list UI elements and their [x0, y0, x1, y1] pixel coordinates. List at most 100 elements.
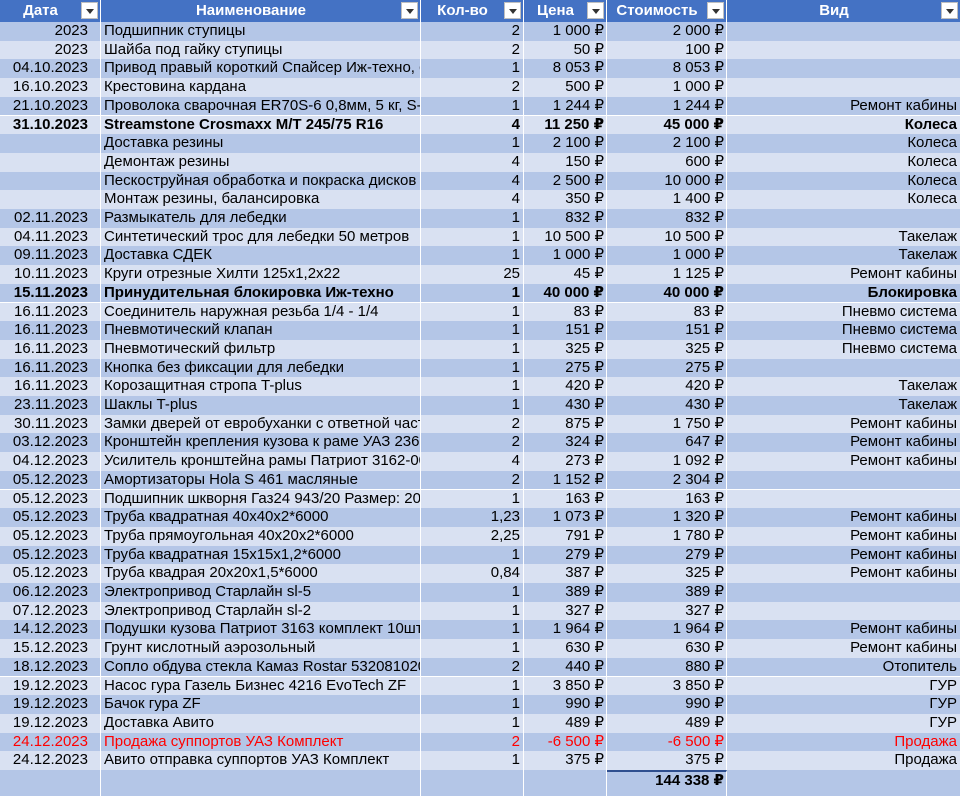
cell-qty[interactable]: 2 [421, 78, 524, 97]
cell-name[interactable]: Усилитель кронштейна рамы Патриот 3162-0… [101, 452, 421, 471]
table-cell[interactable] [0, 770, 101, 796]
cell-date[interactable]: 10.11.2023 [0, 265, 101, 284]
cell-type[interactable] [727, 359, 960, 378]
cell-price[interactable]: 440 ₽ [524, 657, 607, 677]
cell-cost[interactable]: 489 ₽ [607, 713, 727, 733]
cell-qty[interactable]: 1,23 [421, 508, 524, 527]
cell-type[interactable]: Колеса [727, 153, 960, 172]
cell-price[interactable]: 1 152 ₽ [524, 470, 607, 490]
cell-date[interactable]: 05.12.2023 [0, 564, 101, 583]
header-price[interactable]: Цена [524, 0, 607, 22]
cell-type[interactable]: Такелаж [727, 377, 960, 396]
cell-cost[interactable]: 389 ₽ [607, 583, 727, 602]
cell-type[interactable] [727, 602, 960, 621]
cell-price[interactable]: 325 ₽ [524, 339, 607, 359]
cell-price[interactable]: 273 ₽ [524, 452, 607, 471]
cell-price[interactable]: 10 500 ₽ [524, 227, 607, 247]
cell-qty[interactable]: 1 [421, 676, 524, 696]
cell-price[interactable]: 8 053 ₽ [524, 59, 607, 79]
cell-price[interactable]: 1 964 ₽ [524, 620, 607, 640]
cell-name[interactable]: Шайба под гайку ступицы [101, 40, 421, 60]
cell-date[interactable]: 05.12.2023 [0, 526, 101, 546]
cell-date[interactable]: 07.12.2023 [0, 601, 101, 621]
cell-type[interactable]: Блокировка [727, 284, 960, 303]
cell-price[interactable]: 3 850 ₽ [524, 676, 607, 696]
cell-date[interactable]: 16.11.2023 [0, 377, 101, 396]
cell-date[interactable]: 23.11.2023 [0, 396, 101, 415]
cell-name[interactable]: Кронштейн крепления кузова к раме УАЗ 23… [101, 433, 421, 453]
cell-type[interactable] [727, 22, 960, 41]
cell-date[interactable]: 18.12.2023 [0, 657, 101, 677]
cell-cost[interactable]: 83 ₽ [607, 302, 727, 322]
cell-name[interactable]: Соединитель наружная резьба 1/4 - 1/4 [101, 302, 421, 322]
cell-type[interactable] [727, 78, 960, 97]
header-type[interactable]: Вид [727, 0, 960, 22]
cell-qty[interactable]: 1 [421, 134, 524, 153]
cell-qty[interactable]: 1 [421, 396, 524, 415]
cell-cost[interactable]: 2 000 ₽ [607, 22, 727, 41]
cell-price[interactable]: 630 ₽ [524, 639, 607, 658]
cell-price[interactable]: 791 ₽ [524, 526, 607, 546]
cell-date[interactable]: 24.12.2023 [0, 751, 101, 770]
cell-qty[interactable]: 1 [421, 489, 524, 509]
cell-cost[interactable]: 40 000 ₽ [607, 283, 727, 303]
filter-dropdown-icon[interactable] [401, 2, 418, 19]
cell-type[interactable]: Пневмо система [727, 303, 960, 322]
cell-date[interactable]: 09.11.2023 [0, 246, 101, 266]
cell-name[interactable]: Принудительная блокировка Иж-техно [101, 283, 421, 303]
cell-qty[interactable]: 1 [421, 96, 524, 116]
cell-name[interactable]: Streamstone Crosmaxx M/T 245/75 R16 [101, 115, 421, 135]
cell-cost[interactable]: 1 780 ₽ [607, 526, 727, 546]
cell-qty[interactable]: 1 [421, 302, 524, 322]
cell-date[interactable]: 05.12.2023 [0, 470, 101, 490]
cell-type[interactable]: ГУР [727, 695, 960, 714]
cell-date[interactable]: 2023 [0, 22, 101, 41]
filter-dropdown-icon[interactable] [587, 2, 604, 19]
cell-qty[interactable]: 1 [421, 583, 524, 602]
cell-date[interactable] [0, 152, 101, 172]
cell-price[interactable]: 327 ₽ [524, 601, 607, 621]
cell-cost[interactable]: 327 ₽ [607, 601, 727, 621]
cell-name[interactable]: Замки дверей от евробуханки с ответной ч… [101, 414, 421, 434]
cell-name[interactable]: Синтетический трос для лебедки 50 метров [101, 227, 421, 247]
cell-qty[interactable]: 2 [421, 470, 524, 490]
cell-type[interactable]: Продажа [727, 733, 960, 752]
cell-date[interactable]: 16.10.2023 [0, 78, 101, 97]
cell-type[interactable]: Пневмо система [727, 321, 960, 340]
cell-name[interactable]: Сопло обдува стекла Камаз Rostar 5320810… [101, 657, 421, 677]
cell-qty[interactable]: 2 [421, 40, 524, 60]
cell-price[interactable]: 279 ₽ [524, 545, 607, 565]
cell-type[interactable]: Продажа [727, 751, 960, 770]
cell-cost[interactable]: 8 053 ₽ [607, 59, 727, 79]
cell-price[interactable]: 1 244 ₽ [524, 96, 607, 116]
cell-name[interactable]: Круги отрезные Хилти 125x1,2x22 [101, 265, 421, 284]
cell-qty[interactable]: 2 [421, 657, 524, 677]
cell-name[interactable]: Доставка резины [101, 134, 421, 153]
cell-name[interactable]: Электропривод Старлайн sl-2 [101, 601, 421, 621]
filter-dropdown-icon[interactable] [941, 2, 958, 19]
cell-price[interactable]: 832 ₽ [524, 209, 607, 228]
cell-type[interactable]: Такелаж [727, 396, 960, 415]
cell-price[interactable]: 151 ₽ [524, 321, 607, 340]
cell-qty[interactable]: 1 [421, 695, 524, 714]
cell-qty[interactable]: 1 [421, 59, 524, 79]
cell-type[interactable]: Ремонт кабины [727, 546, 960, 565]
cell-qty[interactable]: 1 [421, 751, 524, 770]
cell-type[interactable]: Ремонт кабины [727, 415, 960, 434]
cell-type[interactable]: Такелаж [727, 246, 960, 265]
header-qty[interactable]: Кол-во [421, 0, 524, 22]
cell-price[interactable]: 40 000 ₽ [524, 283, 607, 303]
cell-name[interactable]: Подшипник шкворня Газ24 943/20 Размер: 2… [101, 489, 421, 509]
cell-price[interactable]: 1 000 ₽ [524, 246, 607, 266]
cell-date[interactable]: 03.12.2023 [0, 433, 101, 453]
cell-price[interactable]: 11 250 ₽ [524, 115, 607, 135]
cell-name[interactable]: Пневмотический клапан [101, 321, 421, 340]
cell-cost[interactable]: 275 ₽ [607, 358, 727, 378]
header-name[interactable]: Наименование [101, 0, 421, 22]
cell-qty[interactable]: 4 [421, 452, 524, 471]
cell-date[interactable] [0, 134, 101, 153]
cell-date[interactable]: 05.12.2023 [0, 489, 101, 509]
cell-date[interactable]: 05.12.2023 [0, 508, 101, 527]
cell-date[interactable]: 04.11.2023 [0, 227, 101, 247]
cell-type[interactable]: Ремонт кабины [727, 508, 960, 527]
